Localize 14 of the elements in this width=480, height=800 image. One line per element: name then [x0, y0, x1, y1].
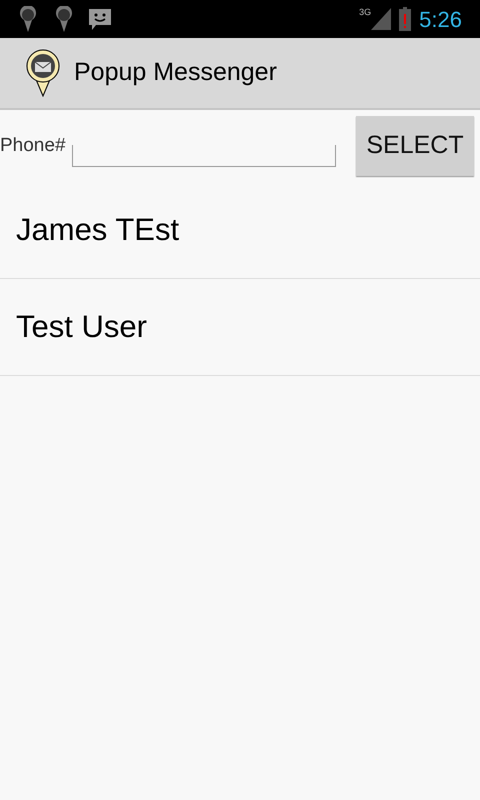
clock: 5:26 [419, 6, 462, 34]
chat-icon [88, 7, 112, 31]
pin-icon [54, 6, 74, 32]
battery-icon [399, 7, 412, 31]
select-button[interactable]: SELECT [356, 116, 474, 176]
pin-icon [18, 6, 38, 32]
phone-input-field[interactable] [72, 145, 336, 167]
network-label: 3G [359, 6, 372, 19]
app-title: Popup Messenger [74, 57, 277, 88]
contact-item[interactable]: Test User [16, 304, 147, 350]
phone-label: Phone# [0, 134, 66, 158]
app-logo-icon [26, 49, 60, 97]
contact-item[interactable]: James TEst [16, 206, 180, 254]
signal-icon [371, 8, 392, 30]
